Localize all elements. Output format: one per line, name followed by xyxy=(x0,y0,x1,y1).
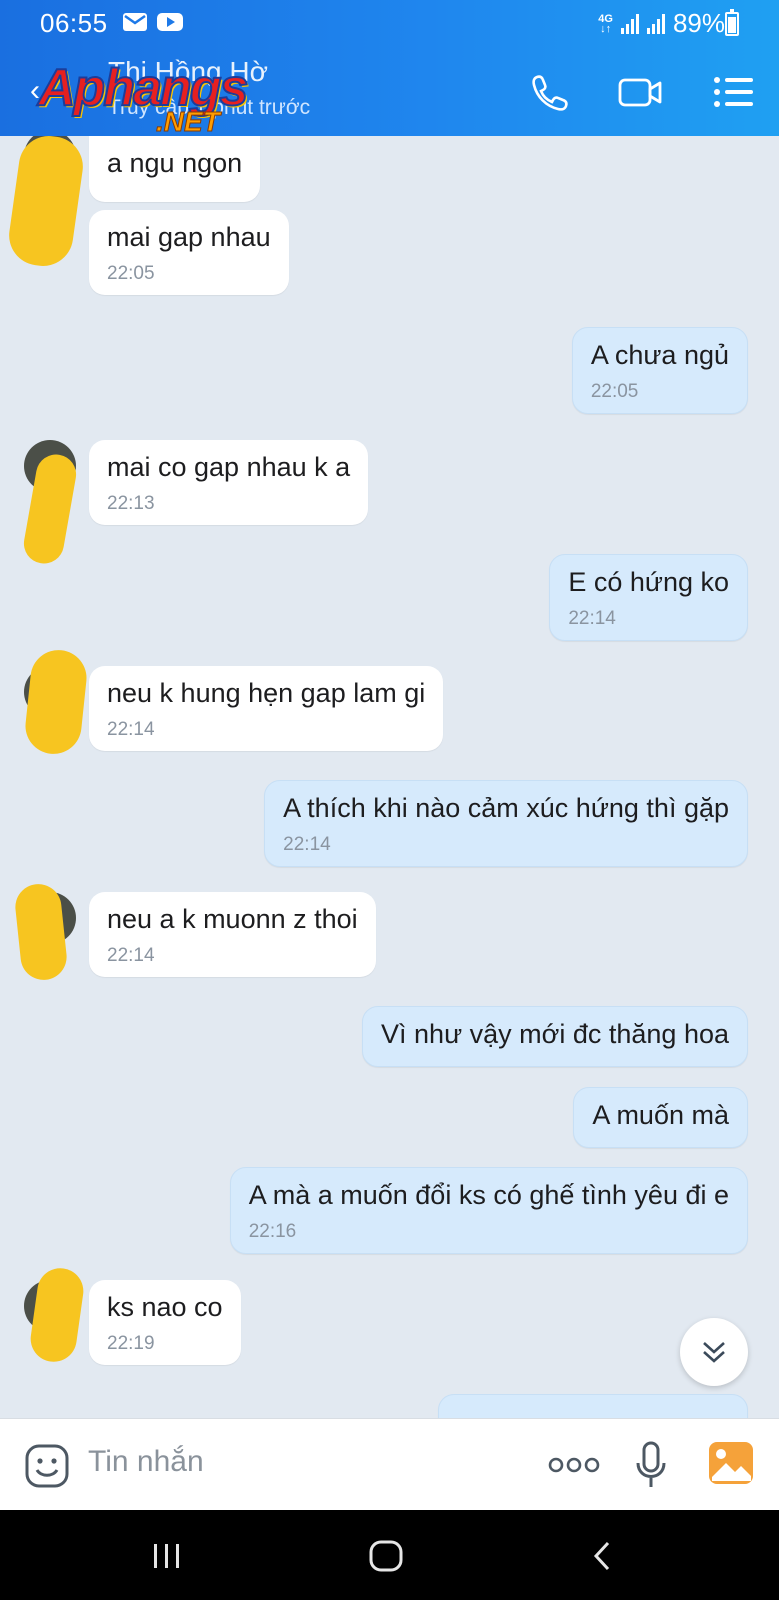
message-time: 22:05 xyxy=(590,381,639,402)
home-icon[interactable] xyxy=(368,1540,404,1572)
recent-apps-icon[interactable] xyxy=(150,1540,184,1572)
message-bubble-incoming[interactable]: neu a k muonn z thoi 22:14 xyxy=(89,892,376,977)
microphone-icon[interactable] xyxy=(634,1441,668,1489)
message-time: 22:14 xyxy=(283,834,331,855)
battery-icon xyxy=(725,9,739,36)
status-bar: 06:55 4G ↓↑ 89% xyxy=(0,0,779,46)
notification-icons xyxy=(122,11,184,33)
youtube-icon xyxy=(157,13,183,31)
watermark-logo: Aphangs .NET xyxy=(37,58,249,138)
message-time: 22:14 xyxy=(107,719,155,740)
phone-icon[interactable] xyxy=(528,72,572,112)
double-chevron-down-icon xyxy=(703,1342,725,1363)
redaction-blot xyxy=(27,1265,87,1365)
message-text: A mà a muốn đổi ks có ghế tình yêu đi e xyxy=(248,1180,729,1210)
message-bubble-incoming[interactable]: mai gap nhau 22:05 xyxy=(89,210,289,295)
message-time: 22:14 xyxy=(568,608,616,629)
message-time: 22:13 xyxy=(107,493,155,514)
message-bubble-outgoing[interactable]: Vì như vậy mới đc thăng hoa xyxy=(362,1006,748,1067)
scroll-to-bottom-button[interactable] xyxy=(680,1318,748,1386)
message-text: mai co gap nhau k a xyxy=(107,452,351,482)
message-bubble-incoming[interactable]: neu k hung hẹn gap lam gi 22:14 xyxy=(89,666,444,751)
gallery-icon[interactable] xyxy=(708,1441,754,1485)
battery-percent: 89% xyxy=(672,8,725,38)
message-time: 22:14 xyxy=(107,945,155,966)
message-bubble-incoming[interactable]: mai co gap nhau k a 22:13 xyxy=(89,440,369,525)
menu-icon[interactable] xyxy=(712,72,756,112)
status-time: 06:55 xyxy=(40,8,108,38)
message-bubble-incoming[interactable]: a ngu ngon xyxy=(89,136,261,202)
redaction-blot xyxy=(22,647,90,757)
message-text: E có hứng ko xyxy=(568,567,729,597)
video-call-icon[interactable] xyxy=(618,72,662,112)
message-text: A thích khi nào cảm xúc hứng thì gặp xyxy=(283,793,729,823)
message-text: Vì như vậy mới đc thăng hoa xyxy=(381,1019,729,1049)
message-bubble-outgoing[interactable]: A muốn mà xyxy=(573,1087,748,1148)
network-type: 4G ↓↑ xyxy=(598,12,613,35)
message-bubble-outgoing[interactable]: A chưa ngủ 22:05 xyxy=(571,327,748,414)
message-bubble-incoming[interactable]: ks nao co 22:19 xyxy=(89,1280,241,1365)
signal-icon xyxy=(620,13,639,34)
back-nav-icon[interactable] xyxy=(590,1540,614,1572)
message-list[interactable]: a ngu ngon mai gap nhau 22:05 A chưa ngủ… xyxy=(0,136,779,1418)
message-time: 22:19 xyxy=(107,1333,155,1354)
watermark-suffix: .NET xyxy=(156,106,221,138)
message-bubble-outgoing[interactable]: E có hứng ko 22:14 xyxy=(549,554,748,641)
chat-header: ‹ Thi Hồng Hờ Truy cập 1 phút trước Apha… xyxy=(0,46,779,138)
status-right: 4G ↓↑ 89% xyxy=(598,8,725,39)
message-bubble-outgoing-partial[interactable] xyxy=(438,1394,748,1418)
message-bubble-outgoing[interactable]: A thích khi nào cảm xúc hứng thì gặp 22:… xyxy=(264,780,748,867)
message-bubble-outgoing[interactable]: A mà a muốn đổi ks có ghế tình yêu đi e … xyxy=(229,1167,748,1254)
message-text: mai gap nhau xyxy=(107,222,271,252)
message-text: a ngu ngon xyxy=(107,148,243,178)
more-icon[interactable] xyxy=(548,1457,600,1473)
message-input[interactable]: Tin nhắn xyxy=(88,1445,204,1479)
message-text: neu a k muonn z thoi xyxy=(107,904,358,934)
message-text: A muốn mà xyxy=(592,1100,729,1130)
message-text: A chưa ngủ xyxy=(590,340,729,370)
system-navigation-bar xyxy=(0,1510,779,1600)
message-text: ks nao co xyxy=(107,1292,223,1322)
emoji-icon[interactable] xyxy=(24,1443,70,1489)
signal-icon-2 xyxy=(646,13,665,34)
message-time: 22:05 xyxy=(107,263,155,284)
message-text: neu k hung hẹn gap lam gi xyxy=(107,678,426,708)
message-composer: Tin nhắn xyxy=(0,1418,779,1510)
message-time: 22:16 xyxy=(248,1221,297,1242)
redaction-blot xyxy=(5,136,87,270)
mail-icon xyxy=(123,13,147,31)
